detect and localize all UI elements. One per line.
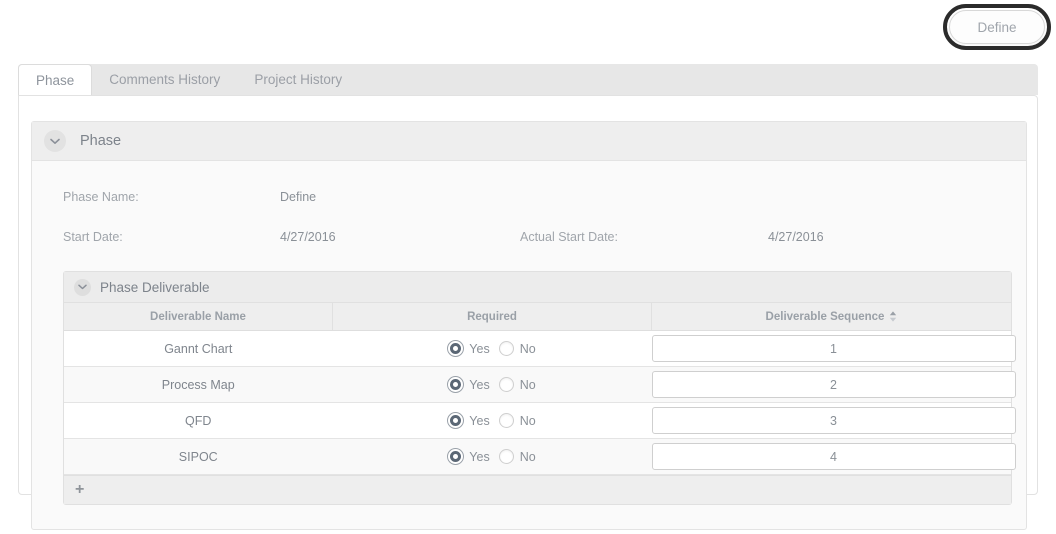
radio-no-label: No — [519, 413, 536, 428]
table-row: Process Map Yes No — [64, 366, 1016, 403]
cell-required: Yes No — [332, 438, 652, 475]
start-date-value: 4/27/2016 — [280, 230, 336, 244]
phase-name-label: Phase Name: — [63, 190, 139, 204]
column-header-deliverable-sequence-label: Deliverable Sequence — [765, 310, 885, 323]
phase-section-header[interactable]: Phase — [32, 122, 1026, 161]
radio-required-no[interactable]: No — [498, 413, 536, 428]
phase-fields: Phase Name: Define Start Date: 4/27/2016… — [32, 161, 1026, 265]
phase-deliverable-header[interactable]: Phase Deliverable — [64, 272, 1011, 303]
start-date-label: Start Date: — [63, 230, 123, 244]
tab-phase[interactable]: Phase — [18, 64, 93, 96]
phase-section: Phase Phase Name: Define Start Date: 4/2… — [31, 121, 1027, 530]
radio-yes-label: Yes — [469, 413, 490, 428]
actual-start-date-value: 4/27/2016 — [768, 230, 824, 244]
phase-name-value: Define — [280, 190, 317, 204]
radio-selected-icon[interactable] — [448, 341, 464, 356]
radio-yes-label: Yes — [469, 377, 490, 392]
table-header-row: Deliverable Name Required Deliverable Se… — [64, 303, 1011, 331]
radio-selected-icon[interactable] — [448, 413, 464, 428]
cell-deliverable-name: Gannt Chart — [64, 330, 333, 367]
radio-selected-icon[interactable] — [448, 377, 464, 392]
table-footer: + — [64, 475, 1011, 504]
radio-required-yes[interactable]: Yes — [448, 449, 490, 464]
tab-comments-history-label: Comments History — [109, 72, 221, 87]
radio-selected-icon[interactable] — [448, 449, 464, 464]
deliverable-sequence-input[interactable] — [651, 371, 1016, 398]
column-header-deliverable-name[interactable]: Deliverable Name — [64, 303, 333, 331]
tab-project-history-label: Project History — [254, 72, 343, 87]
chevron-down-icon[interactable] — [74, 278, 91, 296]
radio-unselected-icon[interactable] — [498, 449, 514, 464]
chevron-down-icon[interactable] — [44, 130, 66, 152]
phase-deliverable-title: Phase Deliverable — [100, 279, 210, 295]
define-button[interactable]: Define — [949, 10, 1045, 44]
cell-required: Yes No — [332, 402, 652, 439]
table-row: SIPOC Yes No — [64, 438, 1016, 475]
tab-panel-phase: Phase Phase Name: Define Start Date: 4/2… — [18, 95, 1038, 530]
add-row-button[interactable]: + — [75, 482, 84, 498]
define-button-label: Define — [977, 19, 1017, 35]
phase-section-title: Phase — [80, 133, 122, 149]
field-row-dates: Start Date: 4/27/2016 Actual Start Date:… — [32, 217, 1026, 257]
column-header-required-label: Required — [467, 310, 517, 323]
deliverable-sequence-input[interactable] — [651, 407, 1016, 434]
radio-no-label: No — [519, 449, 536, 464]
cell-deliverable-name: QFD — [64, 402, 333, 439]
cell-required: Yes No — [332, 366, 652, 403]
radio-unselected-icon[interactable] — [498, 413, 514, 428]
radio-required-yes[interactable]: Yes — [448, 413, 490, 428]
cell-deliverable-name: Process Map — [64, 366, 333, 403]
table-row: Gannt Chart Yes No — [64, 330, 1016, 367]
radio-no-label: No — [519, 377, 536, 392]
radio-required-no[interactable]: No — [498, 377, 536, 392]
phase-detail-page: Define Phase Comments History Project Hi… — [0, 0, 1056, 534]
radio-unselected-icon[interactable] — [498, 341, 514, 356]
radio-yes-label: Yes — [469, 449, 490, 464]
radio-no-label: No — [519, 341, 536, 356]
field-row-phase-name: Phase Name: Define — [32, 177, 1026, 217]
cell-deliverable-sequence — [651, 366, 1016, 403]
cell-deliverable-sequence — [651, 330, 1016, 367]
radio-required-no[interactable]: No — [498, 341, 536, 356]
tab-comments-history[interactable]: Comments History — [92, 64, 237, 95]
cell-deliverable-sequence — [651, 402, 1016, 439]
tab-project-history[interactable]: Project History — [237, 64, 359, 95]
define-annotation: Define — [943, 4, 1051, 50]
cell-deliverable-name: SIPOC — [64, 438, 333, 475]
table-row: QFD Yes No — [64, 402, 1016, 439]
radio-required-yes[interactable]: Yes — [448, 377, 490, 392]
radio-unselected-icon[interactable] — [498, 377, 514, 392]
tab-phase-label: Phase — [36, 72, 75, 88]
tab-bar: Phase Comments History Project History — [18, 64, 1038, 96]
cell-deliverable-sequence — [651, 438, 1016, 475]
radio-yes-label: Yes — [469, 341, 490, 356]
column-header-required[interactable]: Required — [332, 303, 652, 331]
column-header-deliverable-name-label: Deliverable Name — [150, 310, 246, 323]
sort-arrows-icon[interactable] — [889, 311, 897, 322]
radio-required-no[interactable]: No — [498, 449, 536, 464]
phase-deliverable-panel: Phase Deliverable Deliverable Name Requi… — [63, 271, 1016, 505]
deliverable-sequence-input[interactable] — [651, 335, 1016, 362]
deliverable-table: Deliverable Name Required Deliverable Se… — [64, 303, 1016, 475]
actual-start-date-label: Actual Start Date: — [520, 230, 618, 244]
radio-required-yes[interactable]: Yes — [448, 341, 490, 356]
deliverable-sequence-input[interactable] — [651, 443, 1016, 470]
cell-required: Yes No — [332, 330, 652, 367]
column-header-deliverable-sequence[interactable]: Deliverable Sequence — [651, 303, 1011, 331]
